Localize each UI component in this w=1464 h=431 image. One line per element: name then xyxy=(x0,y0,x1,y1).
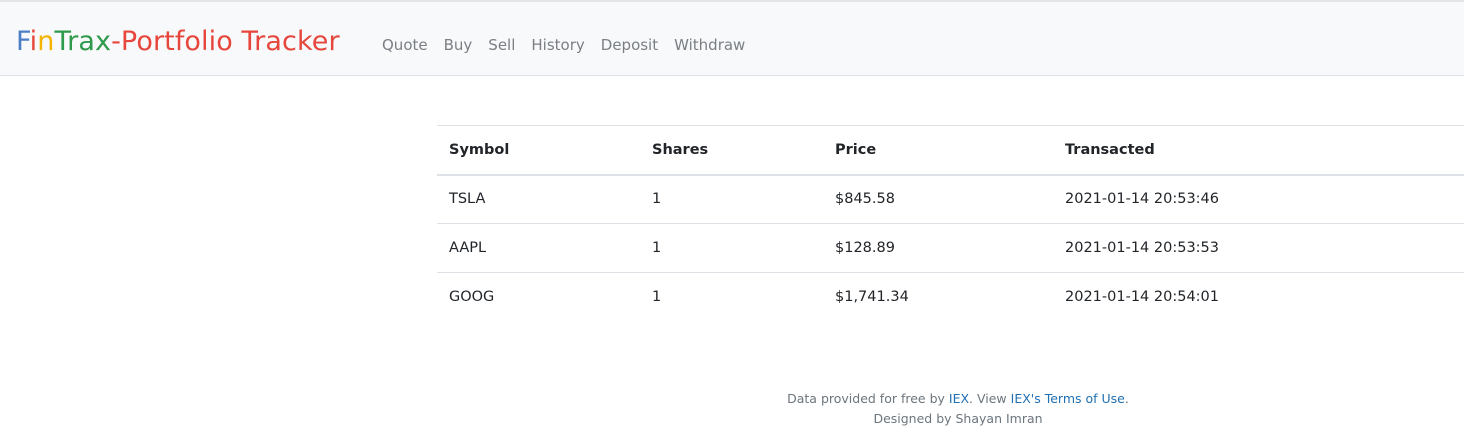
cell-symbol: GOOG xyxy=(449,289,495,306)
table-row: GOOG 1 $1,741.34 2021-01-14 20:54:01 xyxy=(437,273,1464,322)
table-row: AAPL 1 $128.89 2021-01-14 20:53:53 xyxy=(437,223,1464,273)
cell-transacted: 2021-01-14 20:53:46 xyxy=(1053,174,1464,224)
cell-price: $1,741.34 xyxy=(835,289,909,306)
cell-shares: 1 xyxy=(640,223,823,273)
brand-subtitle: -Portfolio Tracker xyxy=(111,26,340,57)
nav-sell[interactable]: Sell xyxy=(488,35,515,55)
footer-suffix: . xyxy=(1124,391,1129,406)
nav-quote[interactable]: Quote xyxy=(382,35,428,55)
nav-withdraw[interactable]: Withdraw xyxy=(674,35,745,55)
cell-symbol: TSLA xyxy=(437,174,640,224)
footer-prefix: Data provided for free by xyxy=(787,391,949,406)
main-content: Symbol Shares Price Transacted TSLA 1 $8… xyxy=(437,125,1464,322)
nav-buy[interactable]: Buy xyxy=(444,35,473,55)
brand-logo[interactable]: FinTrax-Portfolio Tracker xyxy=(16,24,340,60)
nav-deposit[interactable]: Deposit xyxy=(601,35,658,55)
navbar: FinTrax-Portfolio Tracker Quote Buy Sell… xyxy=(0,0,1464,76)
cell-transacted: 2021-01-14 20:53:53 xyxy=(1053,223,1464,273)
cell-symbol: AAPL xyxy=(437,223,640,273)
table-row: TSLA 1 $845.58 2021-01-14 20:53:46 xyxy=(437,174,1464,224)
cell-price: $128.89 xyxy=(823,223,1053,273)
iex-terms-link[interactable]: IEX's Terms of Use xyxy=(1011,391,1125,406)
brand-letter-f: F xyxy=(16,26,30,57)
brand-letter-n: n xyxy=(37,26,55,57)
iex-link[interactable]: IEX xyxy=(949,391,969,406)
footer-credit: Designed by Shayan Imran xyxy=(873,411,1043,426)
cell-price: $845.58 xyxy=(823,174,1053,224)
nav-history[interactable]: History xyxy=(531,35,584,55)
cell-transacted: 2021-01-14 20:54:01 xyxy=(1065,289,1219,306)
footer-mid: . View xyxy=(969,391,1011,406)
header-transacted: Transacted xyxy=(1053,125,1464,176)
cell-shares: 1 xyxy=(640,174,823,224)
table-header-row: Symbol Shares Price Transacted xyxy=(437,125,1464,176)
nav-menu: Quote Buy Sell History Deposit Withdraw xyxy=(382,35,761,55)
header-price: Price xyxy=(823,125,1053,176)
header-symbol: Symbol xyxy=(437,125,640,176)
history-table: Symbol Shares Price Transacted TSLA 1 $8… xyxy=(437,125,1464,322)
brand-word-trax: Trax xyxy=(54,26,112,57)
footer-attribution: Data provided for free by IEX. View IEX'… xyxy=(0,389,1464,409)
header-shares: Shares xyxy=(640,125,823,176)
footer: Data provided for free by IEX. View IEX'… xyxy=(0,389,1464,429)
cell-shares: 1 xyxy=(652,289,662,306)
